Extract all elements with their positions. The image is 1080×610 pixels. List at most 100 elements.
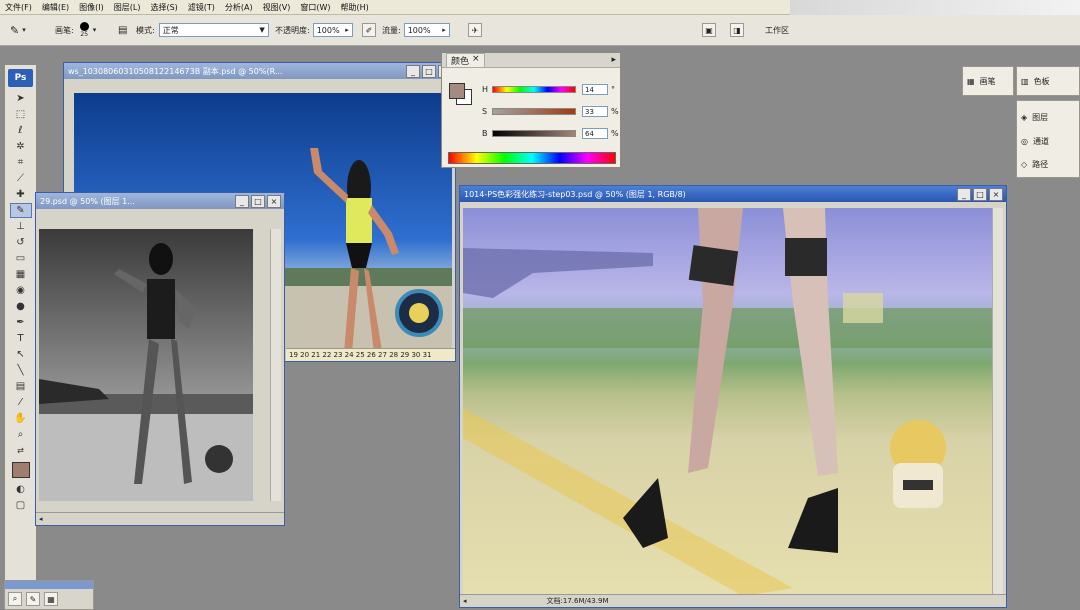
menu-window[interactable]: 窗口(W) — [295, 2, 335, 13]
hue-value[interactable]: 14 — [582, 84, 608, 95]
ruler-digits: 19 20 21 22 23 24 25 26 27 28 29 30 31 — [289, 351, 432, 359]
close-icon[interactable]: × — [267, 194, 281, 208]
vertical-scrollbar[interactable] — [992, 208, 1003, 596]
eyedropper-tool-icon[interactable]: ⁄ — [10, 395, 32, 410]
panel-brush-icon[interactable]: ✎ — [26, 592, 40, 606]
scroll-arrow-icon[interactable]: ◂ — [463, 597, 467, 605]
brightness-label: B — [482, 129, 488, 138]
toolbox: Ps ➤ ⬚ ℓ ✲ ⌗ ⟋ ✚ ✎ ⊥ ↺ ▭ ▦ ◉ ● ✒ T ↖ ╲ ▤… — [4, 64, 37, 582]
maximize-icon[interactable]: □ — [973, 187, 987, 201]
brightness-value[interactable]: 64 — [582, 128, 608, 139]
document-window-main[interactable]: 1014-PS色彩强化练习-step03.psd @ 50% (图层 1, RG… — [459, 185, 1007, 608]
document-title: 29.psd @ 50% (图层 1... — [40, 196, 135, 206]
scroll-arrow-icon[interactable]: ◂ — [39, 515, 43, 523]
hue-label: H — [482, 85, 489, 94]
color-panel-tab[interactable]: 颜色 × — [446, 52, 485, 68]
dodge-tool-icon[interactable]: ● — [10, 299, 32, 314]
brush-picker[interactable]: 25 — [79, 22, 89, 38]
close-icon[interactable]: × — [472, 54, 480, 67]
hand-tool-icon[interactable]: ✋ — [10, 411, 32, 426]
screen-mode-icon[interactable]: ▢ — [10, 498, 32, 513]
quick-mask-icon[interactable]: ◐ — [10, 482, 32, 497]
healing-tool-icon[interactable]: ✚ — [10, 187, 32, 202]
document-window-left[interactable]: 29.psd @ 50% (图层 1... _ □ × ◂ — [35, 192, 285, 526]
saturation-slider[interactable] — [492, 108, 576, 115]
new-doc-icon[interactable]: ▣ — [702, 23, 716, 37]
marquee-tool-icon[interactable]: ⬚ — [10, 107, 32, 122]
stamp-tool-icon[interactable]: ⊥ — [10, 219, 32, 234]
path-select-icon[interactable]: ↖ — [10, 347, 32, 362]
menu-help[interactable]: 帮助(H) — [336, 2, 374, 13]
menu-view[interactable]: 视图(V) — [258, 2, 296, 13]
document-titlebar[interactable]: ws_1030806031050812214673B 副本.psd @ 50%(… — [64, 63, 455, 79]
vertical-scrollbar[interactable] — [270, 229, 281, 501]
document-titlebar[interactable]: 29.psd @ 50% (图层 1... _ □ × — [36, 193, 284, 209]
paths-icon: ◇ — [1021, 159, 1028, 169]
slice-tool-icon[interactable]: ⟋ — [10, 171, 32, 186]
color-spectrum-ramp[interactable] — [448, 152, 616, 164]
minimize-icon[interactable]: _ — [957, 187, 971, 201]
brightness-slider[interactable] — [492, 130, 576, 137]
menu-image[interactable]: 图像(I) — [74, 2, 109, 13]
photo-canvas-painted[interactable] — [463, 208, 993, 596]
brush-label: 画笔: — [55, 25, 74, 35]
swatches-panel-button[interactable]: ▥ 色板 — [1016, 66, 1080, 96]
brushes-panel-button[interactable]: ▦ 画笔 — [962, 66, 1014, 96]
bridge-icon[interactable]: ◨ — [730, 23, 744, 37]
shape-tool-icon[interactable]: ╲ — [10, 363, 32, 378]
foreground-color-swatch[interactable] — [11, 462, 30, 478]
menu-edit[interactable]: 编辑(E) — [37, 2, 74, 13]
paths-panel-button[interactable]: ◇ 路径 — [1017, 153, 1079, 175]
pen-tool-icon[interactable]: ✒ — [10, 315, 32, 330]
tablet-opacity-icon[interactable]: ✐ — [362, 23, 376, 37]
mode-select[interactable]: 正常 ▼ — [158, 23, 269, 37]
airbrush-icon[interactable]: ✈ — [468, 23, 482, 37]
minimize-icon[interactable]: _ — [406, 64, 420, 78]
notes-tool-icon[interactable]: ▤ — [10, 379, 32, 394]
opacity-input[interactable]: 100% ▸ — [312, 23, 353, 37]
color-swap-icon[interactable]: ⇄ — [10, 443, 32, 458]
panel-search-icon[interactable]: ⌕ — [8, 592, 22, 606]
workspace-label[interactable]: 工作区 — [765, 25, 789, 36]
document-title: 1014-PS色彩强化练习-step03.psd @ 50% (图层 1, RG… — [464, 189, 686, 199]
channels-icon: ◎ — [1021, 136, 1028, 146]
lasso-tool-icon[interactable]: ℓ — [10, 123, 32, 138]
crop-tool-icon[interactable]: ⌗ — [10, 155, 32, 170]
collapsed-panel[interactable]: ⌕ ✎ ▦ — [4, 580, 94, 610]
history-brush-icon[interactable]: ↺ — [10, 235, 32, 250]
brush-tool-icon[interactable]: ✎ — [9, 203, 32, 218]
eraser-tool-icon[interactable]: ▭ — [10, 251, 32, 266]
minimize-icon[interactable]: _ — [235, 194, 249, 208]
menu-filter[interactable]: 滤镜(T) — [183, 2, 220, 13]
move-tool-icon[interactable]: ➤ — [10, 91, 32, 106]
brush-panel-icon[interactable]: ▤ — [118, 25, 127, 36]
maximize-icon[interactable]: □ — [251, 194, 265, 208]
magic-wand-tool-icon[interactable]: ✲ — [10, 139, 32, 154]
brushes-icon: ▦ — [967, 76, 975, 86]
photoshop-logo: Ps — [8, 69, 33, 87]
foreground-color-swatch[interactable] — [449, 83, 465, 99]
brush-tool-preset[interactable]: ✎ ▾ — [10, 22, 26, 38]
maximize-icon[interactable]: □ — [422, 64, 436, 78]
panel-menu-icon[interactable]: ▸ — [611, 55, 616, 65]
brush-dropdown-icon[interactable]: ▾ — [93, 26, 97, 34]
photo-canvas-grayscale[interactable] — [39, 229, 253, 501]
menu-file[interactable]: 文件(F) — [0, 2, 37, 13]
menu-analysis[interactable]: 分析(A) — [220, 2, 258, 13]
flow-input[interactable]: 100% ▸ — [403, 23, 450, 37]
menu-layer[interactable]: 图层(L) — [109, 2, 146, 13]
channels-panel-button[interactable]: ◎ 通道 — [1017, 129, 1079, 153]
hue-slider[interactable] — [492, 86, 576, 93]
layers-panel-button[interactable]: ◈ 图层 — [1017, 105, 1079, 129]
type-tool-icon[interactable]: T — [10, 331, 32, 346]
panel-grid-icon[interactable]: ▦ — [44, 592, 58, 606]
saturation-value[interactable]: 33 — [582, 106, 608, 117]
gradient-tool-icon[interactable]: ▦ — [10, 267, 32, 282]
close-icon[interactable]: × — [989, 187, 1003, 201]
menu-select[interactable]: 选择(S) — [145, 2, 182, 13]
blur-tool-icon[interactable]: ◉ — [10, 283, 32, 298]
zoom-tool-icon[interactable]: ⌕ — [10, 427, 32, 442]
flow-label: 流量: — [382, 25, 401, 35]
document-titlebar[interactable]: 1014-PS色彩强化练习-step03.psd @ 50% (图层 1, RG… — [460, 186, 1006, 202]
grayscale-figure-illustration — [39, 243, 253, 501]
